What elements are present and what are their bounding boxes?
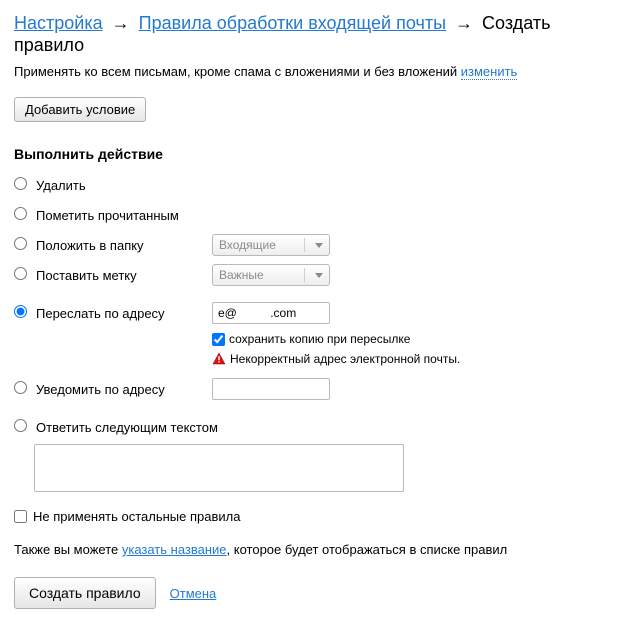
warning-icon (212, 352, 226, 366)
breadcrumb-separator: → (451, 13, 477, 33)
apply-change-link[interactable]: изменить (461, 64, 518, 80)
label-delete[interactable]: Удалить (36, 178, 86, 193)
label-set-label[interactable]: Поставить метку (36, 268, 137, 283)
specify-name-link[interactable]: указать название (122, 542, 227, 557)
apply-line: Применять ко всем письмам, кроме спама с… (14, 64, 624, 79)
radio-reply[interactable] (14, 419, 27, 432)
section-title-action: Выполнить действие (14, 146, 624, 162)
action-row-notify: Уведомить по адресу (14, 376, 624, 402)
label-no-other-rules[interactable]: Не применять остальные правила (33, 509, 240, 524)
forward-email-input[interactable] (212, 302, 330, 324)
breadcrumb: Настройка → Правила обработки входящей п… (14, 12, 624, 56)
forward-error-text: Некорректный адрес электронной почты. (230, 350, 460, 368)
also-post: , которое будет отображаться в списке пр… (227, 542, 508, 557)
radio-set-label[interactable] (14, 267, 27, 280)
label-keep-copy[interactable]: сохранить копию при пересылке (229, 330, 410, 348)
add-condition-button[interactable]: Добавить условие (14, 97, 146, 122)
also-line: Также вы можете указать название, которо… (14, 542, 624, 557)
checkbox-no-other-rules[interactable] (14, 510, 27, 523)
breadcrumb-separator: → (108, 13, 134, 33)
forward-extras: сохранить копию при пересылке Некорректн… (212, 330, 624, 368)
select-folder[interactable]: Входящие (212, 234, 330, 256)
action-row-reply: Ответить следующим текстом (14, 414, 624, 440)
no-other-rules-row: Не применять остальные правила (14, 509, 624, 524)
create-rule-button[interactable]: Создать правило (14, 577, 156, 609)
label-move-folder[interactable]: Положить в папку (36, 238, 144, 253)
label-forward[interactable]: Переслать по адресу (36, 306, 165, 321)
radio-move-folder[interactable] (14, 237, 27, 250)
bottom-bar: Создать правило Отмена (14, 577, 624, 609)
breadcrumb-link-rules[interactable]: Правила обработки входящей почты (139, 13, 446, 33)
radio-notify[interactable] (14, 381, 27, 394)
cancel-link[interactable]: Отмена (170, 586, 217, 601)
label-mark-read[interactable]: Пометить прочитанным (36, 208, 179, 223)
action-row-delete: Удалить (14, 172, 624, 198)
chevron-down-icon (315, 273, 323, 278)
notify-email-input[interactable] (212, 378, 330, 400)
radio-mark-read[interactable] (14, 207, 27, 220)
radio-delete[interactable] (14, 177, 27, 190)
label-notify[interactable]: Уведомить по адресу (36, 382, 165, 397)
chevron-down-icon (315, 243, 323, 248)
apply-text: Применять ко всем письмам, кроме спама с… (14, 64, 461, 79)
checkbox-keep-copy[interactable] (212, 333, 225, 346)
action-row-mark-read: Пометить прочитанным (14, 202, 624, 228)
select-label[interactable]: Важные (212, 264, 330, 286)
action-row-set-label: Поставить метку Важные (14, 262, 624, 288)
reply-text-input[interactable] (34, 444, 404, 492)
also-pre: Также вы можете (14, 542, 122, 557)
select-label-value: Важные (219, 268, 300, 282)
radio-forward[interactable] (14, 305, 27, 318)
action-row-move-folder: Положить в папку Входящие (14, 232, 624, 258)
action-row-forward: Переслать по адресу (14, 300, 624, 326)
label-reply[interactable]: Ответить следующим текстом (36, 420, 218, 435)
select-folder-value: Входящие (219, 238, 300, 252)
breadcrumb-link-settings[interactable]: Настройка (14, 13, 103, 33)
